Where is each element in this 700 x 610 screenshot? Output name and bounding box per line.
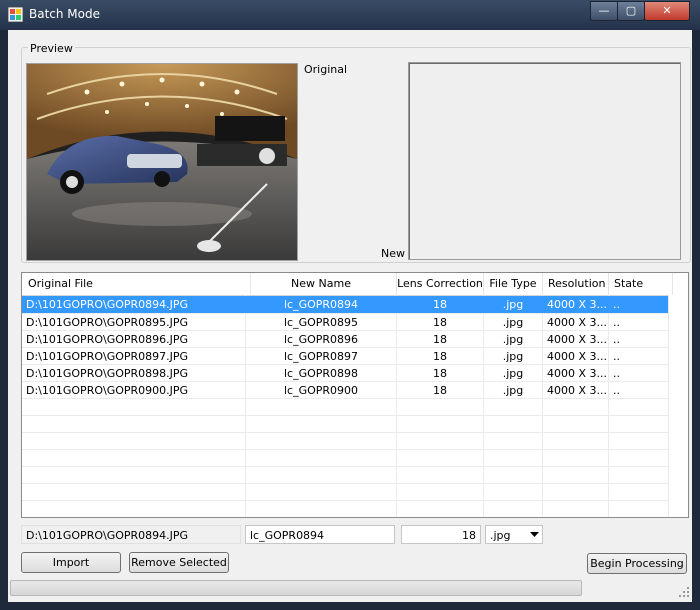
cell-resolution: 4000 X 3... bbox=[547, 384, 607, 397]
chevron-down-icon bbox=[530, 532, 539, 537]
column-header-file-type[interactable]: File Type bbox=[484, 273, 543, 295]
file-type-value: .jpg bbox=[490, 529, 511, 542]
progress-bar bbox=[10, 580, 582, 596]
row-divider bbox=[22, 500, 668, 501]
resize-grip-icon[interactable] bbox=[678, 586, 690, 598]
cell-state: .. bbox=[613, 350, 620, 363]
client-area: Preview Original New Original File New N… bbox=[8, 30, 692, 602]
batch-mode-window: Batch Mode — ▢ ✕ Preview Original New Or… bbox=[0, 0, 700, 610]
cell-resolution: 4000 X 3... bbox=[547, 316, 607, 329]
cell-state: .. bbox=[613, 333, 620, 346]
column-header-new-name[interactable]: New Name bbox=[246, 273, 397, 295]
cell-original-file: D:\101GOPRO\GOPR0897.JPG bbox=[26, 350, 189, 363]
cell-lens-correction: 18 bbox=[433, 298, 447, 311]
lens-correction-field[interactable]: 18 bbox=[401, 525, 481, 544]
cell-original-file: D:\101GOPRO\GOPR0898.JPG bbox=[26, 367, 189, 380]
cell-file-type: .jpg bbox=[502, 384, 524, 397]
cell-lens-correction: 18 bbox=[433, 316, 447, 329]
cell-resolution: 4000 X 3... bbox=[547, 333, 607, 346]
preview-group-label: Preview bbox=[28, 42, 75, 55]
begin-processing-button[interactable]: Begin Processing bbox=[587, 553, 687, 574]
new-label: New bbox=[381, 247, 405, 260]
cell-file-type: .jpg bbox=[502, 333, 524, 346]
cell-lens-correction: 18 bbox=[433, 384, 447, 397]
cell-new-name: lc_GOPR0896 bbox=[283, 333, 359, 346]
cell-new-name: lc_GOPR0898 bbox=[283, 367, 359, 380]
cell-file-type: .jpg bbox=[502, 350, 524, 363]
row-divider bbox=[22, 449, 668, 450]
cell-state: .. bbox=[613, 316, 620, 329]
import-button[interactable]: Import bbox=[21, 552, 121, 573]
close-button[interactable]: ✕ bbox=[644, 1, 690, 21]
cell-original-file: D:\101GOPRO\GOPR0896.JPG bbox=[26, 333, 189, 346]
window-title: Batch Mode bbox=[29, 7, 101, 21]
cell-lens-correction: 18 bbox=[433, 333, 447, 346]
cell-new-name: lc_GOPR0900 bbox=[283, 384, 359, 397]
table-row[interactable]: D:\101GOPRO\GOPR0896.JPG lc_GOPR0896 18 … bbox=[22, 331, 668, 348]
cell-file-type: .jpg bbox=[502, 316, 524, 329]
cell-original-file: D:\101GOPRO\GOPR0894.JPG bbox=[26, 298, 189, 311]
column-header-state[interactable]: State bbox=[609, 273, 673, 295]
row-divider bbox=[22, 415, 668, 416]
table-row[interactable]: D:\101GOPRO\GOPR0898.JPG lc_GOPR0898 18 … bbox=[22, 365, 668, 382]
cell-lens-correction: 18 bbox=[433, 350, 447, 363]
original-preview-image bbox=[26, 63, 298, 261]
cell-resolution: 4000 X 3... bbox=[547, 298, 607, 311]
minimize-button[interactable]: — bbox=[590, 1, 618, 21]
column-header-resolution[interactable]: Resolution bbox=[543, 273, 609, 295]
row-divider bbox=[22, 483, 668, 484]
museum-car-photo bbox=[27, 64, 297, 260]
cell-state: .. bbox=[613, 367, 620, 380]
file-type-dropdown[interactable]: .jpg bbox=[485, 525, 543, 544]
grid-empty-column bbox=[668, 295, 688, 517]
new-preview-box bbox=[408, 62, 681, 260]
grid-header: Original File New Name Lens Correction F… bbox=[22, 273, 688, 296]
table-row[interactable]: D:\101GOPRO\GOPR0895.JPG lc_GOPR0895 18 … bbox=[22, 314, 668, 331]
row-divider bbox=[22, 432, 668, 433]
remove-selected-button[interactable]: Remove Selected bbox=[129, 552, 229, 573]
cell-lens-correction: 18 bbox=[433, 367, 447, 380]
table-row[interactable]: D:\101GOPRO\GOPR0897.JPG lc_GOPR0897 18 … bbox=[22, 348, 668, 365]
cell-new-name: lc_GOPR0897 bbox=[283, 350, 359, 363]
cell-original-file: D:\101GOPRO\GOPR0895.JPG bbox=[26, 316, 189, 329]
table-row[interactable]: D:\101GOPRO\GOPR0894.JPG lc_GOPR0894 18 … bbox=[22, 296, 668, 313]
cell-state: .. bbox=[613, 384, 620, 397]
cell-resolution: 4000 X 3... bbox=[547, 350, 607, 363]
cell-new-name: lc_GOPR0894 bbox=[283, 298, 359, 311]
original-file-field[interactable]: D:\101GOPRO\GOPR0894.JPG bbox=[21, 525, 241, 544]
maximize-button[interactable]: ▢ bbox=[617, 1, 645, 21]
cell-state: .. bbox=[613, 298, 620, 311]
row-divider bbox=[22, 466, 668, 467]
new-name-field[interactable]: lc_GOPR0894 bbox=[245, 525, 395, 544]
column-header-lens-correction[interactable]: Lens Correction bbox=[397, 273, 484, 295]
original-label: Original bbox=[304, 63, 348, 76]
batch-file-grid[interactable]: Original File New Name Lens Correction F… bbox=[21, 272, 689, 518]
cell-new-name: lc_GOPR0895 bbox=[283, 316, 359, 329]
table-row[interactable]: D:\101GOPRO\GOPR0900.JPG lc_GOPR0900 18 … bbox=[22, 382, 668, 399]
cell-original-file: D:\101GOPRO\GOPR0900.JPG bbox=[26, 384, 189, 397]
app-icon bbox=[8, 7, 23, 22]
cell-file-type: .jpg bbox=[502, 298, 524, 311]
column-header-original-file[interactable]: Original File bbox=[22, 273, 251, 295]
cell-resolution: 4000 X 3... bbox=[547, 367, 607, 380]
cell-file-type: .jpg bbox=[502, 367, 524, 380]
title-bar[interactable]: Batch Mode — ▢ ✕ bbox=[0, 0, 700, 30]
